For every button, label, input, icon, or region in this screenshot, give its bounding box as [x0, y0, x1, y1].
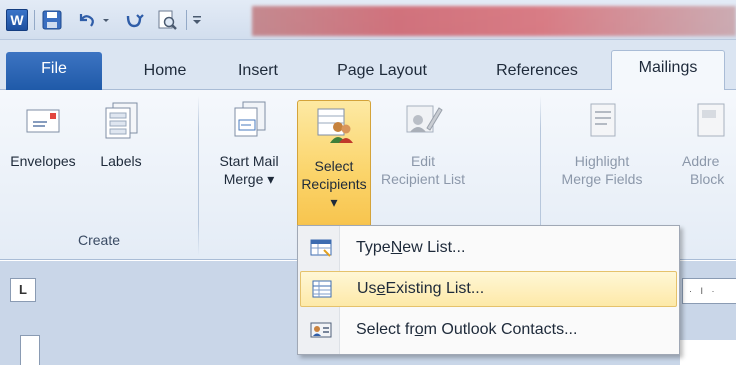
highlight-merge-fields-button[interactable]: Highlight Merge Fields [552, 96, 652, 220]
use-existing-list-text-post: Existing List... [385, 280, 485, 297]
select-recipients-menu: Type New List... Us e Existing List... Se… [297, 225, 680, 355]
select-recipients-button[interactable]: Select Recipients ▾ [297, 100, 371, 234]
ribbon-tab-row: File Home Insert Page Layout References … [0, 40, 736, 91]
tab-references[interactable]: References [484, 54, 590, 90]
qat-separator [186, 10, 187, 30]
start-mail-merge-icon [234, 101, 266, 137]
labels-button[interactable]: Labels [88, 96, 154, 214]
undo-icon[interactable] [74, 8, 98, 32]
existing-list-icon [312, 280, 332, 298]
use-existing-list-text-pre: Us [357, 280, 377, 297]
labels-label: Labels [100, 153, 142, 169]
tab-mailings[interactable]: Mailings [611, 50, 725, 91]
address-block-button[interactable]: Addre Block [680, 96, 736, 220]
group-separator [198, 96, 199, 256]
horizontal-ruler[interactable]: · I · [682, 278, 736, 304]
window-title-blurred [252, 6, 736, 36]
select-recipients-line2: Recipients ▾ [301, 176, 367, 210]
qat-separator [34, 10, 35, 30]
highlight-merge-fields-line2: Merge Fields [561, 171, 643, 187]
highlight-merge-fields-line1: Highlight [574, 153, 630, 169]
document-page[interactable] [680, 340, 736, 365]
edit-recipient-list-button[interactable]: Edit Recipient List [373, 96, 473, 220]
print-preview-icon[interactable] [154, 8, 180, 32]
select-recipients-icon [317, 108, 353, 143]
save-icon[interactable] [40, 8, 64, 32]
word-icon[interactable]: W [6, 9, 28, 31]
redo-icon[interactable] [122, 8, 146, 32]
type-new-list-icon [310, 239, 332, 257]
envelopes-button[interactable]: Envelopes [8, 96, 78, 214]
labels-icon [105, 102, 138, 139]
edit-recipient-list-line2: Recipient List [380, 171, 466, 187]
outlook-contacts-text-post: m Outlook Contacts... [423, 321, 578, 338]
start-mail-merge-line2: Merge ▾ [223, 171, 275, 187]
type-new-list-text-pre: Type [356, 239, 391, 256]
title-bar: W [0, 0, 736, 40]
customize-qat-icon[interactable] [190, 8, 204, 32]
outlook-contacts-mnemonic: o [414, 321, 424, 338]
start-mail-merge-line1: Start Mail [219, 153, 279, 169]
tab-home[interactable]: Home [135, 54, 195, 90]
envelope-icon [26, 109, 60, 133]
menu-item-type-new-list[interactable]: Type New List... [300, 230, 677, 266]
address-block-line2: Block [690, 171, 725, 187]
select-recipients-line1: Select [314, 158, 354, 174]
vertical-ruler [20, 335, 40, 365]
start-mail-merge-button[interactable]: Start Mail Merge ▾ [204, 96, 294, 220]
undo-dropdown-icon[interactable] [100, 8, 112, 32]
tab-insert[interactable]: Insert [228, 54, 288, 90]
type-new-list-text-post: ew List... [402, 239, 466, 256]
type-new-list-mnemonic: N [390, 239, 403, 256]
envelopes-label: Envelopes [10, 153, 76, 169]
edit-recipient-list-icon [406, 105, 443, 133]
tab-file[interactable]: File [6, 52, 102, 90]
menu-item-select-outlook-contacts[interactable]: Select fr o m Outlook Contacts... [300, 312, 677, 348]
address-block-line1: Addre [682, 153, 720, 169]
menu-item-use-existing-list[interactable]: Us e Existing List... [300, 271, 677, 307]
group-label-create: Create [77, 232, 121, 248]
edit-recipient-list-line1: Edit [410, 153, 436, 169]
tab-page-layout[interactable]: Page Layout [327, 54, 437, 90]
outlook-contacts-icon [310, 322, 332, 338]
outlook-contacts-text-pre: Select fr [356, 321, 415, 338]
tab-selector-button[interactable]: L [10, 278, 36, 302]
address-block-icon [697, 103, 725, 137]
use-existing-list-mnemonic: e [376, 280, 386, 297]
highlight-merge-fields-icon [590, 103, 616, 137]
